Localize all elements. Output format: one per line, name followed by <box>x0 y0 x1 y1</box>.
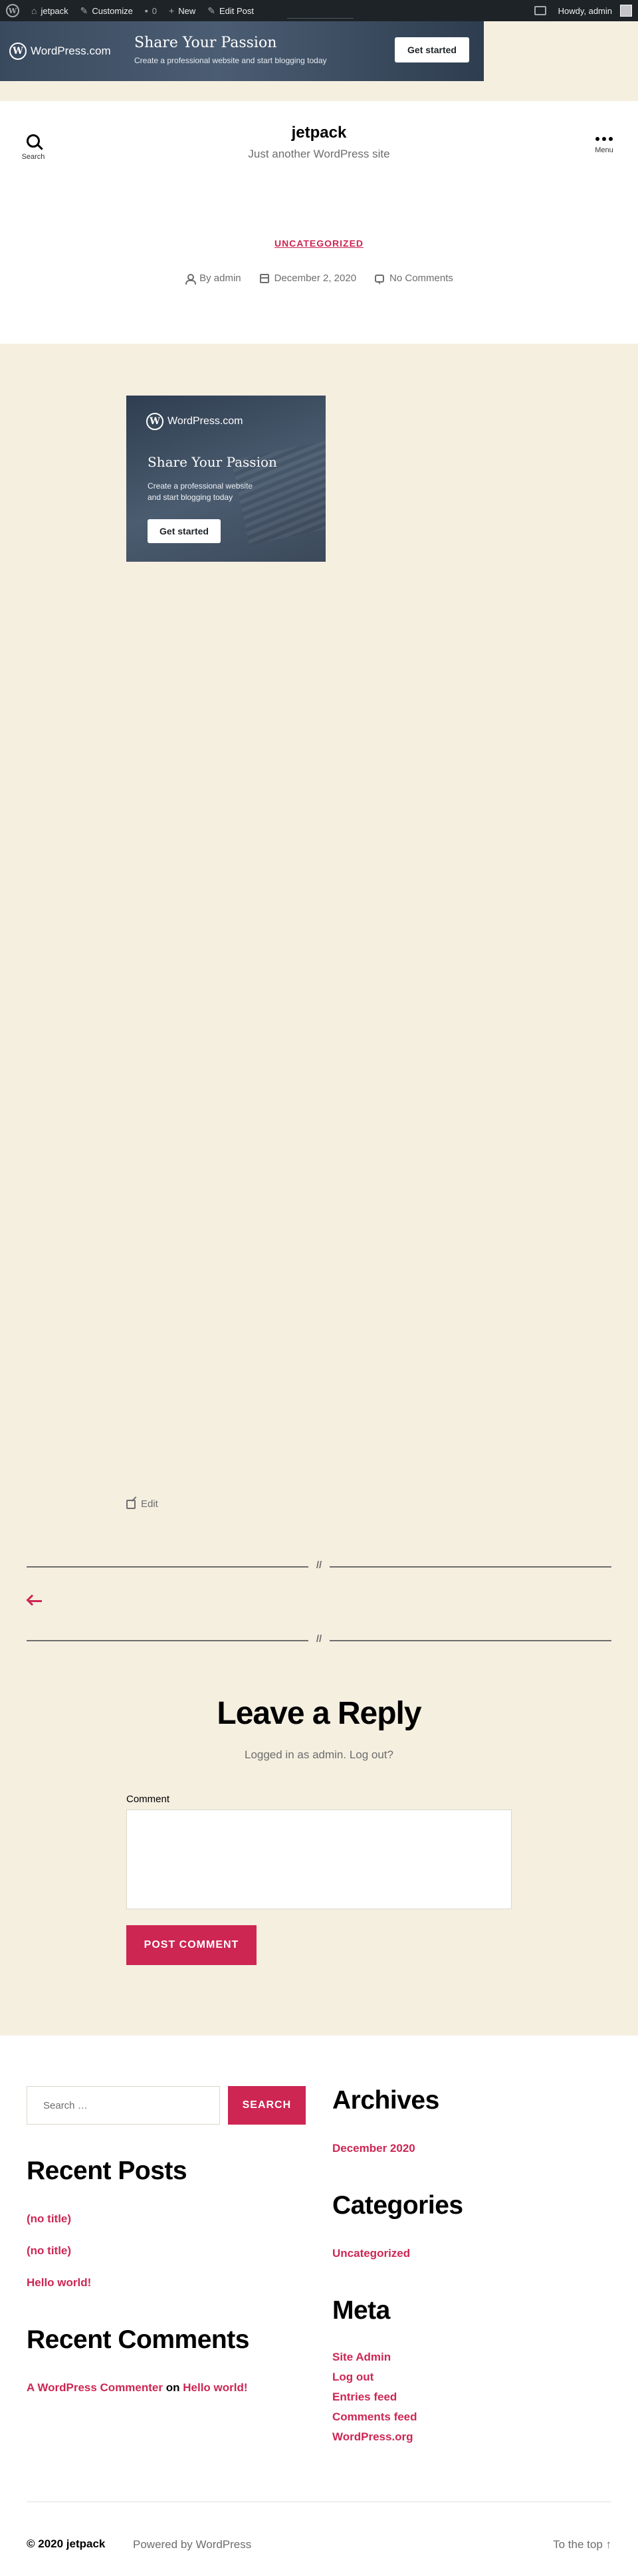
category-widget-link[interactable]: Uncategorized <box>332 2247 410 2260</box>
ad-headline: Share Your Passion <box>148 454 277 470</box>
howdy-label: Howdy, admin <box>558 5 612 16</box>
meta-title: Meta <box>332 2296 390 2325</box>
logged-in-notice[interactable]: Logged in as admin. Log out? <box>0 1748 638 1762</box>
post-date[interactable]: December 2, 2020 <box>259 273 357 284</box>
wordpress-logo-icon: W <box>6 4 19 17</box>
edit-icon <box>126 1499 136 1509</box>
comments-link[interactable]: ▪ 0 <box>139 0 163 21</box>
post-comment-button[interactable]: POST COMMENT <box>126 1925 257 1965</box>
category-link[interactable]: UNCATEGORIZED <box>274 238 364 249</box>
comment-icon <box>375 274 385 285</box>
calendar-icon <box>259 273 269 283</box>
meta-link-entries-feed[interactable]: Entries feed <box>332 2391 397 2404</box>
post-date-label: December 2, 2020 <box>274 273 357 284</box>
avatar <box>620 5 632 17</box>
post-author-label: By admin <box>199 273 241 284</box>
comment-on-text: on <box>165 2381 180 2394</box>
comment-bubble-icon: ▪ <box>144 5 148 16</box>
footer-search-form: Search … SEARCH <box>27 2086 306 2125</box>
recent-comments-title: Recent Comments <box>27 2325 249 2354</box>
top-banner-ad[interactable]: W WordPress.com Share Your Passion Creat… <box>0 21 484 81</box>
separator-mark: // <box>308 1633 330 1645</box>
wordpress-logo-icon: W <box>146 413 163 430</box>
meta-link-comments-feed[interactable]: Comments feed <box>332 2410 417 2424</box>
meta-link-wordpress-org[interactable]: WordPress.org <box>332 2430 413 2444</box>
ad-logo: W WordPress.com <box>146 413 243 430</box>
edit-post-link[interactable]: ✎ Edit Post <box>201 0 260 21</box>
reply-title: Leave a Reply <box>217 1696 421 1731</box>
comments-count: 0 <box>152 5 158 16</box>
edit-label: Edit <box>141 1498 158 1510</box>
banner-logo: W WordPress.com <box>9 43 111 60</box>
footer-widgets: Search … SEARCH Recent Posts (no title) … <box>0 2036 638 2576</box>
person-icon <box>185 273 197 285</box>
pencil-icon: ✎ <box>207 5 215 16</box>
post-category: UNCATEGORIZED <box>0 238 638 249</box>
ellipsis-icon <box>587 137 621 141</box>
meta-link-site-admin[interactable]: Site Admin <box>332 2351 391 2364</box>
admin-bar-divider <box>287 18 354 19</box>
edit-post-link-inline[interactable]: Edit <box>126 1498 158 1510</box>
site-header: Search jetpack Just another WordPress si… <box>0 101 638 344</box>
footer-copyright[interactable]: © 2020 jetpack <box>27 2537 105 2551</box>
menu-toggle-label: Menu <box>595 146 613 154</box>
edit-post-label: Edit Post <box>219 5 254 16</box>
admin-bar-left: W ⌂ jetpack ✎ Customize ▪ 0 + New ✎ Edit… <box>0 0 260 21</box>
footer-search-input[interactable]: Search … <box>27 2086 220 2125</box>
comment-label: Comment <box>126 1794 170 1805</box>
new-label: New <box>178 5 196 16</box>
archives-title: Archives <box>332 2086 439 2115</box>
site-name-label: jetpack <box>41 5 68 16</box>
home-icon: ⌂ <box>31 5 37 16</box>
meta-link-log-out[interactable]: Log out <box>332 2371 373 2384</box>
reader-icon <box>534 6 546 15</box>
banner-get-started-button[interactable]: Get started <box>395 37 469 62</box>
recent-post-link[interactable]: Hello world! <box>27 2276 91 2289</box>
archive-link[interactable]: December 2020 <box>332 2142 415 2155</box>
ad-subtext: Create a professional website and start … <box>148 481 253 502</box>
site-name-menu[interactable]: ⌂ jetpack <box>25 0 74 21</box>
admin-bar-right: Howdy, admin <box>528 0 638 21</box>
comment-post-link[interactable]: Hello world! <box>183 2381 247 2394</box>
post-comments-label: No Comments <box>389 273 453 284</box>
admin-bar: W ⌂ jetpack ✎ Customize ▪ 0 + New ✎ Edit… <box>0 0 638 21</box>
to-the-top-link[interactable]: To the top ↑ <box>553 2538 611 2551</box>
my-account-menu[interactable]: Howdy, admin <box>552 0 638 21</box>
recent-post-link[interactable]: (no title) <box>27 2212 71 2226</box>
brush-icon: ✎ <box>80 5 88 16</box>
recent-comment-item: A WordPress Commenter on Hello world! <box>27 2381 248 2395</box>
customize-label: Customize <box>92 5 133 16</box>
new-content-menu[interactable]: + New <box>163 0 201 21</box>
site-description: Just another WordPress site <box>248 148 390 160</box>
content-ad[interactable]: W WordPress.com Share Your Passion Creat… <box>126 396 326 562</box>
ad-logo-text: WordPress.com <box>167 415 243 427</box>
reader-link[interactable] <box>528 0 552 21</box>
plus-icon: + <box>169 5 175 16</box>
banner-subtext: Create a professional website and start … <box>134 56 327 65</box>
post-meta: By admin December 2, 2020 No Comments <box>0 273 638 285</box>
categories-title: Categories <box>332 2191 463 2220</box>
recent-post-link[interactable]: (no title) <box>27 2244 71 2258</box>
banner-headline: Share Your Passion <box>134 35 277 51</box>
ad-get-started-button[interactable]: Get started <box>148 519 221 543</box>
footer-powered-by[interactable]: Powered by WordPress <box>133 2538 251 2551</box>
comment-author-link[interactable]: A WordPress Commenter <box>27 2381 163 2394</box>
wordpress-logo-icon: W <box>9 43 27 60</box>
customize-link[interactable]: ✎ Customize <box>74 0 139 21</box>
site-title[interactable]: jetpack <box>0 124 638 142</box>
previous-post-link[interactable] <box>26 1594 44 1609</box>
footer-search-button[interactable]: SEARCH <box>227 2086 306 2125</box>
post-author[interactable]: By admin <box>185 273 241 285</box>
wp-logo-menu[interactable]: W <box>0 0 25 21</box>
comment-textarea[interactable] <box>126 1810 512 1909</box>
separator-mark: // <box>308 1560 330 1571</box>
banner-logo-text: WordPress.com <box>31 45 111 57</box>
recent-posts-title: Recent Posts <box>27 2157 187 2185</box>
post-comments-link[interactable]: No Comments <box>375 273 453 285</box>
menu-toggle-button[interactable]: Menu <box>587 137 621 154</box>
